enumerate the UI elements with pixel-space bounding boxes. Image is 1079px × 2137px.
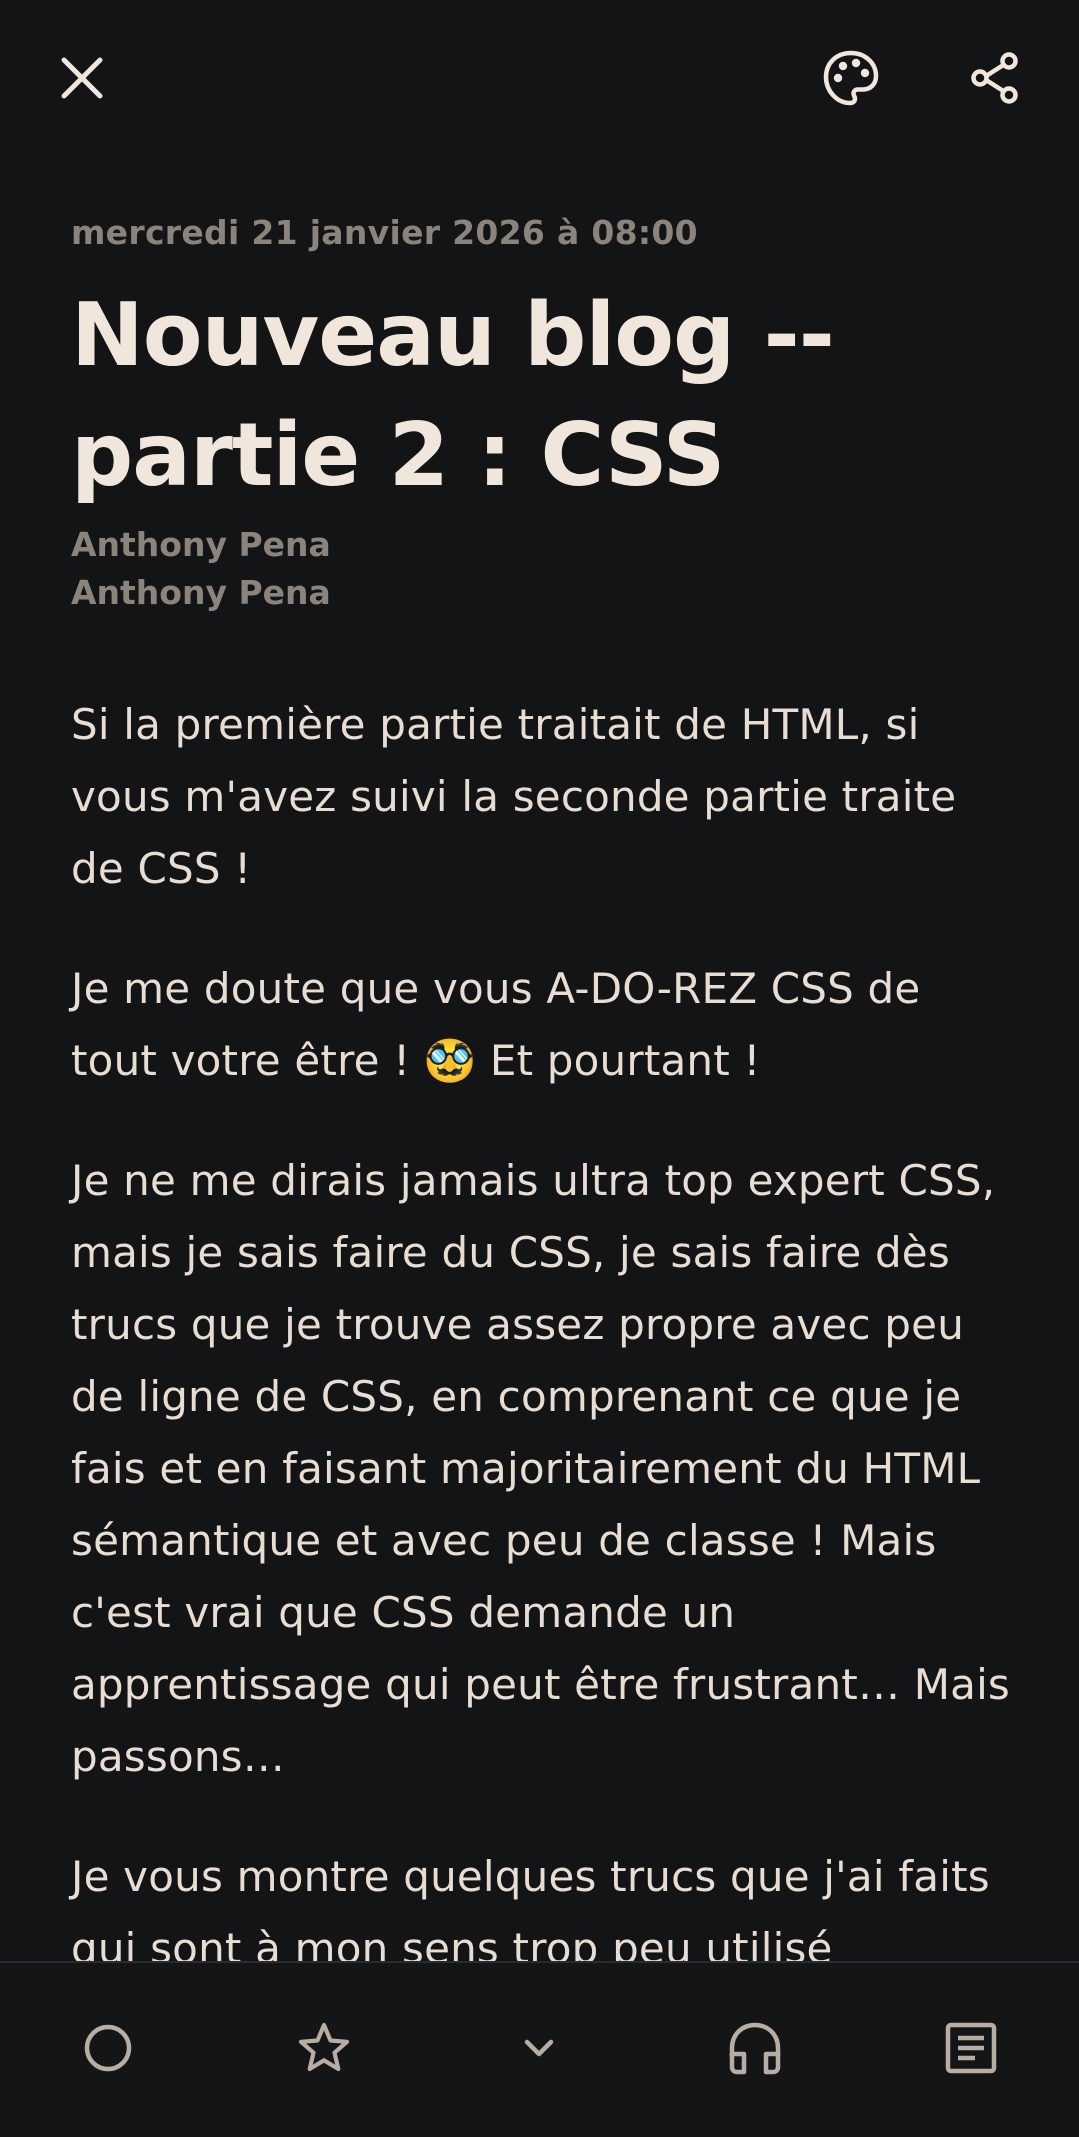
paragraph: Je ne me dirais jamais ultra top expert … — [71, 1156, 1011, 1781]
close-button[interactable] — [42, 38, 122, 118]
star-icon — [296, 2020, 352, 2080]
article: mercredi 21 janvier 2026 à 08:00 Nouveau… — [71, 205, 1011, 2033]
author-list: Anthony Pena Anthony Pena — [71, 521, 1011, 617]
theme-palette-button[interactable] — [811, 38, 891, 118]
listen-button[interactable] — [700, 1995, 810, 2105]
article-icon — [943, 2020, 999, 2080]
mark-read-button[interactable] — [53, 1995, 163, 2105]
reader-mode-button[interactable] — [916, 1995, 1026, 2105]
top-app-bar — [0, 0, 1079, 160]
bottom-action-bar — [0, 1961, 1079, 2137]
article-title: Nouveau blog -- partie 2 : CSS — [71, 275, 1011, 515]
next-article-button[interactable] — [484, 1995, 594, 2105]
circle-icon — [81, 2021, 135, 2079]
chevron-down-icon — [517, 2026, 561, 2074]
close-icon — [58, 54, 106, 102]
paragraph: Si la première partie traitait de HTML, … — [71, 700, 957, 893]
paragraph: Je me doute que vous A-DO-REZ CSS de tou… — [71, 964, 921, 1085]
article-date: mercredi 21 janvier 2026 à 08:00 — [71, 213, 698, 252]
share-icon — [967, 50, 1023, 106]
favorite-button[interactable] — [269, 1995, 379, 2105]
title-line: Nouveau blog -- — [71, 284, 835, 386]
article-body: Si la première partie traitait de HTML, … — [71, 689, 1011, 1985]
author-name: Anthony Pena — [71, 573, 331, 612]
author-name: Anthony Pena — [71, 525, 331, 564]
palette-icon — [821, 48, 881, 108]
title-line: partie 2 : CSS — [71, 404, 725, 506]
headphones-icon — [725, 2018, 785, 2082]
share-button[interactable] — [955, 38, 1035, 118]
